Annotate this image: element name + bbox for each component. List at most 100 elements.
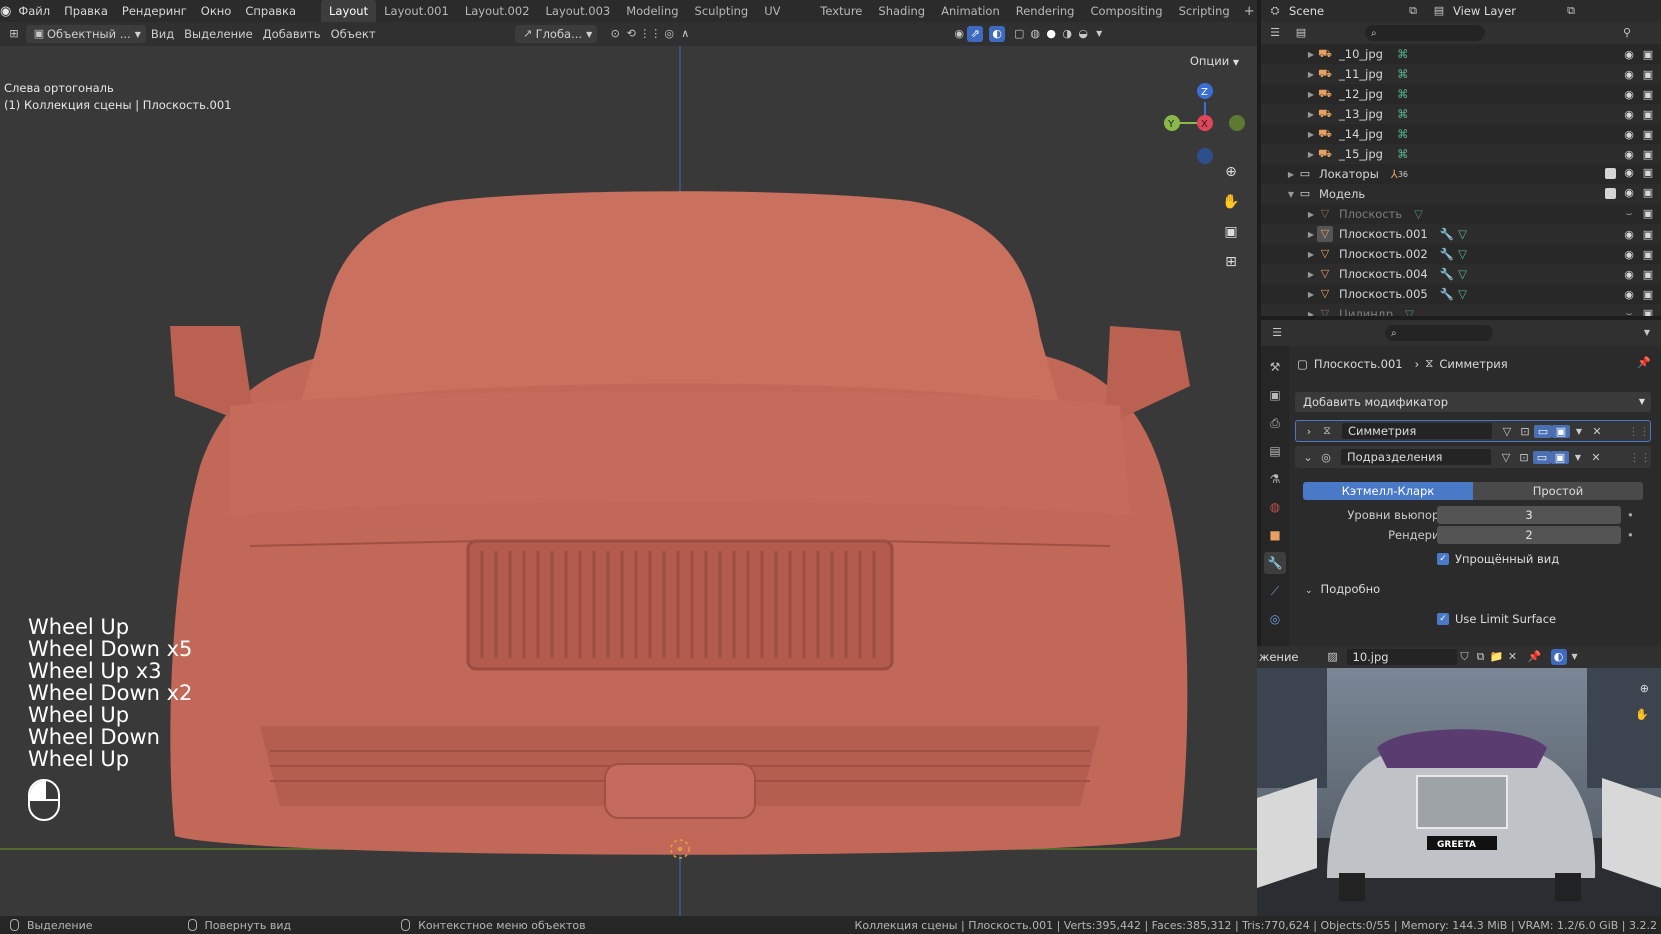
outliner-row[interactable]: ▶ ▽ Плоскость ▽ ⌣ ▣ <box>1261 204 1661 224</box>
outliner-row[interactable]: ▶ ⛟ _14_jpg ⌘ ◉ ▣ <box>1261 124 1661 144</box>
modifier-mirror[interactable]: › ⧖ Симметрия ▽ ⊡ ▭ ▣ ▼ ✕ ⋮⋮ <box>1295 420 1651 442</box>
simple-option[interactable]: Простой <box>1473 482 1643 500</box>
editor-type-icon[interactable]: ⊞ <box>6 26 22 42</box>
tab-sculpting[interactable]: Sculpting <box>687 0 757 22</box>
tab-shading[interactable]: Shading <box>870 0 933 22</box>
outliner-row[interactable]: ▶ ▽ Плоскость.002 🔧 ▽ ◉ ▣ <box>1261 244 1661 264</box>
output-tab-icon[interactable]: ⎙ <box>1264 412 1286 434</box>
outliner-search-input[interactable]: ⌕ <box>1365 25 1485 41</box>
object-tab-icon[interactable]: ■ <box>1264 524 1286 546</box>
open-image-icon[interactable]: 📁 <box>1489 649 1505 665</box>
keyframe-dot-icon[interactable]: • <box>1627 526 1634 544</box>
menu-file[interactable]: Файл <box>11 4 57 18</box>
properties-type-icon[interactable]: ☰ <box>1269 325 1285 341</box>
menu-select[interactable]: Выделение <box>179 25 258 43</box>
pan-hand-icon[interactable]: ✋ <box>1635 708 1649 721</box>
menu-view[interactable]: Вид <box>146 25 179 43</box>
particles-tab-icon[interactable]: ⟋ <box>1264 580 1286 602</box>
xray-icon[interactable]: ▢ <box>1011 26 1027 42</box>
new-scene-icon[interactable]: ⧉ <box>1405 3 1421 19</box>
outliner-type-icon[interactable]: ☰ <box>1267 25 1283 41</box>
fake-user-icon[interactable]: ⛉ <box>1457 649 1473 665</box>
tool-tab-icon[interactable]: ⚒ <box>1264 356 1286 378</box>
view-layer-tab-icon[interactable]: ▤ <box>1264 440 1286 462</box>
outliner-row[interactable]: ▶ ▭ Локаторы ⅄ 36 ◉ ▣ <box>1261 164 1661 184</box>
keyframe-dot-icon[interactable]: • <box>1627 506 1634 524</box>
proportional-edit-icon[interactable]: ◎ <box>661 26 677 42</box>
view-layer-name[interactable]: View Layer <box>1453 4 1563 18</box>
advanced-section-toggle[interactable]: ⌄ Подробно <box>1305 582 1380 596</box>
visibility-icon[interactable]: ◉ <box>951 26 967 42</box>
tab-scripting[interactable]: Scripting <box>1171 0 1238 22</box>
levels-viewport-field[interactable]: 3 <box>1437 506 1621 524</box>
add-workspace-icon[interactable]: + <box>1238 4 1261 19</box>
menu-window[interactable]: Окно <box>194 4 239 18</box>
gizmo-toggle-icon[interactable]: ⇗ <box>967 26 984 42</box>
falloff-icon[interactable]: ∧ <box>677 26 693 42</box>
overlay-toggle-icon[interactable]: ◐ <box>1550 649 1567 665</box>
pin-icon[interactable]: 📌 <box>1527 649 1543 665</box>
filter-icon[interactable]: ⚲ <box>1619 25 1635 41</box>
options-button[interactable]: Опции ▼ <box>1184 52 1245 70</box>
chevron-down-icon[interactable]: ▼ <box>1639 325 1655 341</box>
blender-logo-icon[interactable]: ◉ <box>0 4 11 19</box>
outliner-row[interactable]: ▶ ⛟ _11_jpg ⌘ ◉ ▣ <box>1261 64 1661 84</box>
tab-layout-002[interactable]: Layout.002 <box>457 0 538 22</box>
view-layer-icon[interactable]: ▤ <box>1431 3 1447 19</box>
limit-surface-checkbox[interactable]: ✓ Use Limit Surface <box>1437 612 1556 626</box>
scene-icon[interactable]: ⛭ <box>1267 3 1283 19</box>
outliner-row[interactable]: ▶ ▽ Плоскость.005 🔧 ▽ ◉ ▣ <box>1261 284 1661 304</box>
zoom-icon[interactable]: ⊕ <box>1640 682 1649 695</box>
pan-hand-icon[interactable]: ✋ <box>1218 189 1244 215</box>
menu-object[interactable]: Объект <box>326 25 381 43</box>
physics-tab-icon[interactable]: ◎ <box>1264 608 1286 630</box>
image-browse-icon[interactable]: ▨ <box>1325 649 1341 665</box>
tab-rendering[interactable]: Rendering <box>1008 0 1083 22</box>
catmull-clark-option[interactable]: Кэтмелл-Кларк <box>1303 482 1473 500</box>
mode-dropdown[interactable]: ▣ Объектный ... ▼ <box>26 25 146 43</box>
optimal-display-checkbox[interactable]: ✓ Упрощённый вид <box>1437 552 1559 566</box>
outliner-row[interactable]: ▶ ⛟ _15_jpg ⌘ ◉ ▣ <box>1261 144 1661 164</box>
outliner-row[interactable]: ▶ ⛟ _10_jpg ⌘ ◉ ▣ <box>1261 44 1661 64</box>
image-name-field[interactable]: 10.jpg <box>1346 649 1457 665</box>
reference-image[interactable]: GREETA ⊕ ✋ <box>1257 668 1661 916</box>
outliner-row[interactable]: ▼ ▭ Модель ◉ ▣ <box>1261 184 1661 204</box>
shading-dropdown-icon[interactable]: ▼ <box>1091 26 1107 42</box>
modifier-subdivision[interactable]: ⌄ ◎ Подразделения ▽ ⊡ ▭ ▣ ▼ ✕ ⋮⋮ <box>1295 446 1651 468</box>
menu-help[interactable]: Справка <box>238 4 303 18</box>
menu-add[interactable]: Добавить <box>258 25 326 43</box>
menu-edit[interactable]: Правка <box>57 4 115 18</box>
overlay-toggle-icon[interactable]: ◐ <box>989 26 1006 42</box>
3d-viewport[interactable]: Z Y X Слева ортогональ (1) Коллекция сце… <box>0 46 1257 916</box>
pin-icon[interactable]: 📌 <box>1637 356 1651 369</box>
snap-icon[interactable]: ⟲ <box>623 26 639 42</box>
modifier-name-field[interactable]: Подразделения <box>1341 449 1491 465</box>
orientation-dropdown[interactable]: ↗ Глоба... ▼ <box>514 25 598 43</box>
world-tab-icon[interactable]: ◍ <box>1264 496 1286 518</box>
tab-layout-001[interactable]: Layout.001 <box>376 0 457 22</box>
ortho-grid-icon[interactable]: ⊞ <box>1218 249 1244 275</box>
shading-wireframe-icon[interactable]: ◍ <box>1027 26 1043 42</box>
image-menu-label[interactable]: жение <box>1259 650 1299 664</box>
new-image-icon[interactable]: ⧉ <box>1473 649 1489 665</box>
modifier-name-field[interactable]: Симметрия <box>1342 423 1492 439</box>
new-view-layer-icon[interactable]: ⧉ <box>1563 3 1579 19</box>
render-levels-field[interactable]: 2 <box>1437 526 1621 544</box>
outliner-row[interactable]: ▶ ⛟ _13_jpg ⌘ ◉ ▣ <box>1261 104 1661 124</box>
properties-search-input[interactable]: ⌕ <box>1385 325 1493 341</box>
modifier-tab-icon[interactable]: 🔧 <box>1264 552 1286 574</box>
tab-modeling[interactable]: Modeling <box>618 0 686 22</box>
outliner-row[interactable]: ▶ ⛟ _12_jpg ⌘ ◉ ▣ <box>1261 84 1661 104</box>
shading-solid-icon[interactable]: ● <box>1043 26 1059 42</box>
pivot-icon[interactable]: ⊙ <box>607 26 623 42</box>
outliner-row[interactable]: ▶ ▽ Цилиндр ▽ ⌣ ▣ <box>1261 304 1661 316</box>
tab-layout-003[interactable]: Layout.003 <box>538 0 619 22</box>
shading-rendered-icon[interactable]: ◒ <box>1075 26 1091 42</box>
outliner-row[interactable]: ▶ ▽ Плоскость.001 🔧 ▽ ◉ ▣ <box>1261 224 1661 244</box>
display-mode-icon[interactable]: ▤ <box>1293 25 1309 41</box>
chevron-down-icon[interactable]: ▼ <box>1567 649 1583 665</box>
scene-name[interactable]: Scene <box>1289 4 1399 18</box>
menu-render[interactable]: Рендеринг <box>115 4 194 18</box>
scene-tab-icon[interactable]: ⚗ <box>1264 468 1286 490</box>
unlink-image-icon[interactable]: ✕ <box>1505 649 1521 665</box>
